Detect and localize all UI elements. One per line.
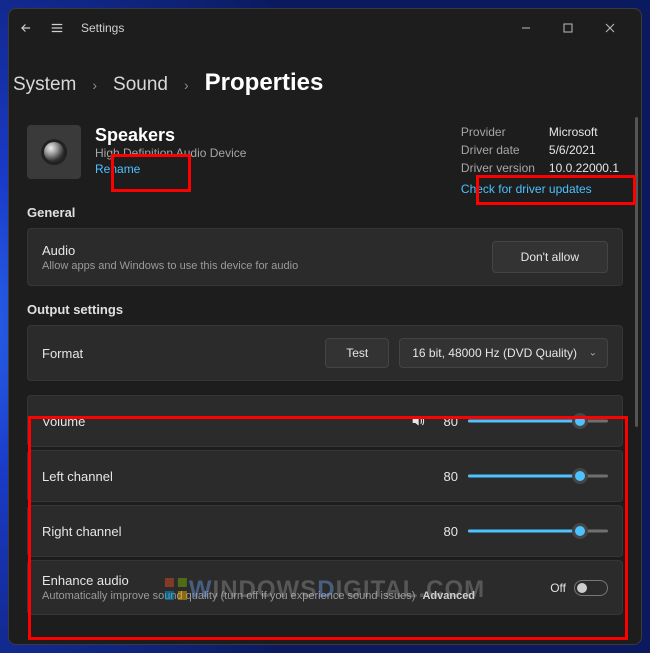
section-output: Output settings bbox=[27, 302, 623, 317]
speaker-device-icon bbox=[27, 125, 81, 179]
enhance-toggle[interactable] bbox=[574, 580, 608, 596]
rename-link[interactable]: Rename bbox=[95, 162, 246, 176]
right-channel-value: 80 bbox=[438, 524, 458, 539]
scrollbar[interactable] bbox=[635, 117, 638, 427]
left-channel-label: Left channel bbox=[42, 469, 113, 484]
audio-card-sub: Allow apps and Windows to use this devic… bbox=[42, 260, 298, 272]
enhance-audio-card: Enhance audio Automatically improve soun… bbox=[27, 560, 623, 615]
driver-info: Provider Microsoft Driver date 5/6/2021 … bbox=[461, 125, 619, 196]
settings-window: Settings System › Sound › Properties bbox=[8, 8, 642, 645]
dont-allow-button[interactable]: Don't allow bbox=[492, 241, 608, 273]
driver-provider-value: Microsoft bbox=[549, 125, 619, 139]
breadcrumb: System › Sound › Properties bbox=[13, 69, 623, 97]
right-channel-slider[interactable] bbox=[468, 521, 608, 541]
left-channel-value: 80 bbox=[438, 469, 458, 484]
format-select[interactable]: 16 bit, 48000 Hz (DVD Quality) ⌄ bbox=[399, 338, 608, 368]
minimize-button[interactable] bbox=[505, 13, 547, 43]
window-title: Settings bbox=[81, 21, 124, 35]
chevron-down-icon: ⌄ bbox=[589, 348, 597, 359]
chevron-right-icon: › bbox=[184, 77, 189, 93]
titlebar: Settings bbox=[9, 9, 641, 47]
check-driver-updates-link[interactable]: Check for driver updates bbox=[461, 182, 619, 196]
device-name: Speakers bbox=[95, 125, 246, 146]
driver-version-label: Driver version bbox=[461, 161, 535, 175]
driver-date-value: 5/6/2021 bbox=[549, 143, 619, 157]
advanced-link[interactable]: Advanced bbox=[422, 590, 475, 602]
enhance-state: Off bbox=[550, 581, 566, 595]
enhance-title: Enhance audio bbox=[42, 573, 475, 588]
content-area: System › Sound › Properties Speakers Hig… bbox=[9, 47, 641, 644]
format-label: Format bbox=[42, 346, 83, 361]
right-channel-label: Right channel bbox=[42, 524, 122, 539]
enhance-sub: Automatically improve sound quality (tur… bbox=[42, 590, 475, 602]
back-icon[interactable] bbox=[19, 21, 33, 35]
volume-slider[interactable] bbox=[468, 411, 608, 431]
audio-allow-card: Audio Allow apps and Windows to use this… bbox=[27, 228, 623, 286]
audio-card-title: Audio bbox=[42, 243, 298, 258]
driver-date-label: Driver date bbox=[461, 143, 535, 157]
right-channel-row: Right channel 80 bbox=[27, 505, 623, 557]
device-header: Speakers High Definition Audio Device Re… bbox=[27, 125, 623, 179]
driver-provider-label: Provider bbox=[461, 125, 535, 139]
breadcrumb-system[interactable]: System bbox=[13, 74, 76, 96]
device-description: High Definition Audio Device bbox=[95, 146, 246, 160]
maximize-button[interactable] bbox=[547, 13, 589, 43]
volume-value: 80 bbox=[438, 414, 458, 429]
breadcrumb-sound[interactable]: Sound bbox=[113, 74, 168, 96]
close-button[interactable] bbox=[589, 13, 631, 43]
left-channel-slider[interactable] bbox=[468, 466, 608, 486]
test-button[interactable]: Test bbox=[325, 338, 389, 368]
left-channel-row: Left channel 80 bbox=[27, 450, 623, 502]
section-general: General bbox=[27, 205, 623, 220]
volume-label: Volume bbox=[42, 414, 85, 429]
menu-icon[interactable] bbox=[49, 21, 65, 35]
chevron-right-icon: › bbox=[92, 77, 97, 93]
volume-row: Volume 80 bbox=[27, 395, 623, 447]
format-card: Format Test 16 bit, 48000 Hz (DVD Qualit… bbox=[27, 325, 623, 381]
format-selected: 16 bit, 48000 Hz (DVD Quality) bbox=[412, 346, 577, 360]
breadcrumb-properties: Properties bbox=[205, 69, 324, 97]
volume-icon[interactable] bbox=[408, 413, 428, 429]
driver-version-value: 10.0.22000.1 bbox=[549, 161, 619, 175]
